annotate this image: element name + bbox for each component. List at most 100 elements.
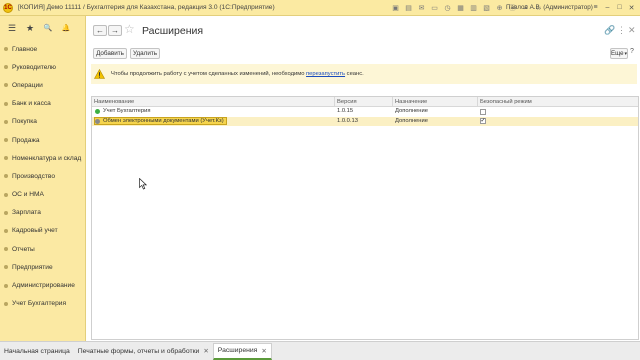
delete-button[interactable]: Удалить xyxy=(130,48,160,59)
window-controls: ≡ – □ ✕ xyxy=(590,2,637,13)
extension-name: Учет Бухгалтерия xyxy=(103,108,151,114)
column-header-safe-mode[interactable]: Безопасный режим xyxy=(478,97,638,106)
sidebar-item-enterprise[interactable]: Предприятие xyxy=(0,258,85,276)
section-bullet-icon xyxy=(4,101,8,106)
chevron-down-icon: ▾ xyxy=(624,50,628,57)
sidebar-item-production[interactable]: Производство xyxy=(0,167,85,185)
name-cell[interactable]: Учет Бухгалтерия xyxy=(92,107,335,117)
sidebar-item-reports[interactable]: Отчеты xyxy=(0,240,85,258)
extension-name: Обмен электронными документами (Учет.Кз) xyxy=(103,117,224,124)
safe-mode-checkbox[interactable] xyxy=(480,108,486,115)
sidebar-item-purchases[interactable]: Покупка xyxy=(0,113,85,131)
options-icon[interactable]: ⋮ xyxy=(617,25,626,36)
close-icon[interactable]: ✕ xyxy=(261,347,266,355)
print-icon[interactable]: ▤ xyxy=(403,2,414,13)
warning-text: Чтобы продолжить работу с учетом сделанн… xyxy=(111,71,364,77)
back-button[interactable]: ← xyxy=(93,25,107,36)
close-icon[interactable]: ✕ xyxy=(203,347,208,355)
table-row[interactable]: Учет Бухгалтерия 1.0.15 Дополнение xyxy=(92,107,638,117)
sidebar-item-administration[interactable]: Администрирование xyxy=(0,276,85,294)
section-bullet-icon xyxy=(4,174,8,179)
sidebar-item-label: Учет Бухгалтерия xyxy=(12,300,67,308)
window-title: [КОПИЯ] Демо 11111 / Бухгалтерия для Каз… xyxy=(18,4,275,11)
menu-icon[interactable]: ≡ xyxy=(590,2,601,13)
sidebar-item-bank[interactable]: Банк и касса xyxy=(0,95,85,113)
current-user[interactable]: Павлов А.В. (Администратор) xyxy=(506,4,593,11)
sidebar-item-label: Кадровый учет xyxy=(12,227,58,235)
sidebar-item-assets[interactable]: ОС и НМА xyxy=(0,186,85,204)
calc-icon[interactable]: ▦ xyxy=(455,2,466,13)
section-bullet-icon xyxy=(4,247,8,252)
sidebar-item-main[interactable]: Главное xyxy=(0,40,85,58)
sidebar-item-sales[interactable]: Продажа xyxy=(0,131,85,149)
sidebar-item-label: Номенклатура и склад xyxy=(12,154,82,162)
sidebar-item-label: ОС и НМА xyxy=(12,191,44,199)
column-header-purpose[interactable]: Назначение xyxy=(393,97,478,106)
safe-mode-checkbox[interactable]: ✓ xyxy=(480,118,486,125)
add-button[interactable]: Добавить xyxy=(93,48,127,59)
purpose-cell: Дополнение xyxy=(395,117,428,124)
menu-icon[interactable]: ☰ xyxy=(7,23,17,34)
section-bullet-icon xyxy=(4,156,8,161)
sidebar-item-manager[interactable]: Руководителю xyxy=(0,58,85,76)
column-header-version[interactable]: Версия xyxy=(335,97,393,106)
calendar-icon[interactable]: ▥ xyxy=(468,2,479,13)
version-cell: 1.0.0.13 xyxy=(337,117,358,124)
sidebar-item-label: Покупка xyxy=(12,118,37,126)
sidebar-item-operations[interactable]: Операции xyxy=(0,76,85,94)
section-bullet-icon xyxy=(4,301,8,306)
mouse-cursor-icon xyxy=(139,177,148,192)
column-header-name[interactable]: Наименование xyxy=(92,97,335,106)
favorite-star-icon[interactable]: ☆ xyxy=(124,22,135,36)
zoom-icon[interactable]: ⊕ xyxy=(494,2,505,13)
close-form-icon[interactable]: ✕ xyxy=(628,25,636,36)
section-bullet-icon xyxy=(4,265,8,270)
sidebar-item-salary[interactable]: Зарплата xyxy=(0,204,85,222)
sidebar-item-label: Руководителю xyxy=(12,63,56,71)
sidebar-item-accounting[interactable]: Учет Бухгалтерия xyxy=(0,295,85,313)
compare-icon[interactable]: ▧ xyxy=(481,2,492,13)
warning-text-before: Чтобы продолжить работу с учетом сделанн… xyxy=(111,71,307,77)
more-button[interactable]: Еще ▾ xyxy=(610,48,628,59)
sidebar-item-label: Продажа xyxy=(12,136,40,144)
link-icon[interactable]: 🔗 xyxy=(604,25,615,36)
section-bullet-icon xyxy=(4,210,8,215)
section-bullet-icon xyxy=(4,228,8,233)
sidebar-item-warehouse[interactable]: Номенклатура и склад xyxy=(0,149,85,167)
sections-sidebar: ☰ ★ 🔍 🔔 Главное Руководителю Операции Ба… xyxy=(0,16,86,341)
table-row[interactable]: Обмен электронными документами (Учет.Кз)… xyxy=(92,116,638,127)
bookmark-icon[interactable]: ▭ xyxy=(429,2,440,13)
section-bullet-icon xyxy=(4,138,8,143)
tab-label: Печатные формы, отчеты и обработки xyxy=(77,347,200,355)
warning-text-after: сеанс. xyxy=(345,71,364,77)
sidebar-item-label: Производство xyxy=(12,172,55,180)
sidebar-item-hr[interactable]: Кадровый учет xyxy=(0,222,85,240)
mail-icon[interactable]: ✉ xyxy=(416,2,427,13)
tab-label: Расширения xyxy=(217,347,258,354)
section-bullet-icon xyxy=(4,119,8,124)
help-button[interactable]: ? xyxy=(630,48,638,59)
more-button-label: Еще xyxy=(610,50,624,57)
restart-link[interactable]: перезапустить xyxy=(306,71,345,77)
warning-icon xyxy=(94,69,105,79)
section-bullet-icon xyxy=(4,192,8,197)
tab-print-forms[interactable]: Печатные формы, отчеты и обработки ✕ xyxy=(74,343,213,360)
favorites-icon[interactable]: ★ xyxy=(25,23,35,34)
restart-warning: Чтобы продолжить работу с учетом сделанн… xyxy=(91,64,637,84)
sidebar-item-label: Банк и касса xyxy=(12,100,51,108)
save-icon[interactable]: ▣ xyxy=(390,2,401,13)
name-cell[interactable]: Обмен электронными документами (Учет.Кз) xyxy=(92,117,335,127)
history-icon[interactable]: ◷ xyxy=(442,2,453,13)
maximize-icon[interactable]: □ xyxy=(614,2,625,13)
tab-extensions[interactable]: Расширения ✕ xyxy=(212,342,272,360)
section-bullet-icon xyxy=(4,47,8,52)
sidebar-item-label: Зарплата xyxy=(12,209,41,217)
purpose-cell: Дополнение xyxy=(395,108,428,114)
forward-button[interactable]: → xyxy=(108,25,122,36)
close-icon[interactable]: ✕ xyxy=(626,2,637,13)
page-title: Расширения xyxy=(142,25,204,37)
notifications-icon[interactable]: 🔔 xyxy=(61,24,71,32)
search-icon[interactable]: 🔍 xyxy=(43,24,53,32)
minimize-icon[interactable]: – xyxy=(602,2,613,13)
tab-home[interactable]: Начальная страница xyxy=(0,343,74,360)
